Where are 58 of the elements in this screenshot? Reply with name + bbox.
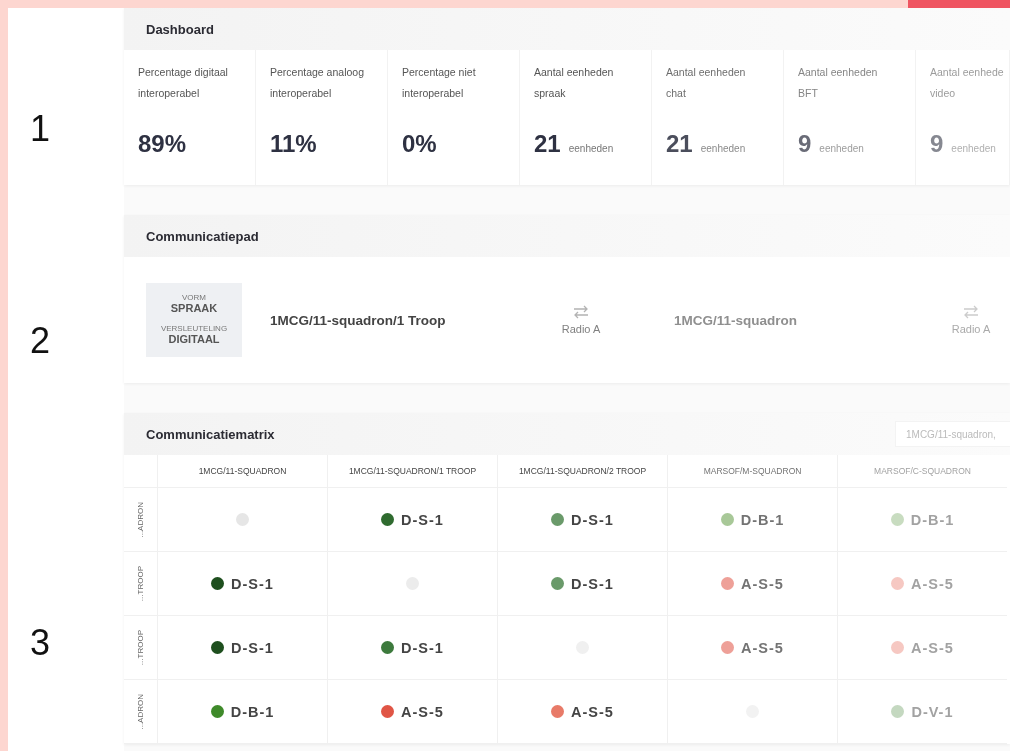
section-number: 3: [29, 622, 52, 664]
stat-label: Aantal eenhede video: [930, 65, 1005, 101]
link-name: Radio A: [951, 323, 991, 335]
stat-label: Percentage niet interoperabel: [402, 65, 477, 101]
panel-title: Dashboard: [146, 21, 214, 37]
panel-title: Communicatiematrix: [146, 426, 275, 442]
tag-value: DIGITAAL: [168, 333, 220, 345]
row-label: ...TROOP: [136, 629, 145, 666]
link-code: D-B-1: [230, 703, 275, 720]
stat-label: Percentage digitaal interoperabel: [138, 65, 229, 101]
stat-unit: eenheden: [568, 143, 614, 154]
row-label: ...ADRON: [136, 693, 145, 730]
column-header: MARSOF/C-SQUADRON: [837, 455, 1007, 488]
column-header: 1MCG/11-SQUADRON: [157, 455, 327, 488]
tag-label: VERSLEUTELING: [160, 324, 228, 333]
filter-field[interactable]: 1MCG/11-squadron,: [895, 421, 1010, 447]
stat-value: 0%: [402, 130, 437, 158]
link-code: A-S-5: [401, 703, 444, 720]
link-code: A-S-5: [741, 575, 784, 592]
row-label: ...TROOP: [136, 565, 145, 602]
link-code: D-V-1: [911, 703, 954, 720]
column-header: 1MCG/11-SQUADRON/1 TROOP: [327, 455, 497, 488]
link-code: A-S-5: [911, 639, 954, 656]
unit-name: 1MCG/11-squadron/1 Troop: [269, 312, 447, 328]
link-code: D-B-1: [740, 511, 785, 528]
stat-value: 9: [798, 130, 812, 158]
stat-value: 89%: [138, 130, 187, 158]
stat-value: 11%: [270, 130, 317, 158]
stat-label: Percentage analoog interoperabel: [270, 65, 365, 101]
link-code: D-B-1: [910, 511, 955, 528]
link-code: D-S-1: [231, 639, 274, 656]
column-header: 1MCG/11-SQUADRON/2 TROOP: [497, 455, 667, 488]
link-code: A-S-5: [911, 575, 954, 592]
link-code: A-S-5: [571, 703, 614, 720]
row-label: ...ADRON: [136, 501, 145, 538]
link-code: D-S-1: [571, 511, 614, 528]
link-code: D-S-1: [571, 575, 614, 592]
tag-value: SPRAAK: [170, 302, 218, 314]
stat-unit: eenheden: [951, 143, 996, 154]
stat-value: 21: [534, 130, 561, 158]
column-header: MARSOF/M-SQUADRON: [667, 455, 837, 488]
link-code: D-S-1: [231, 575, 274, 592]
link-code: A-S-5: [741, 639, 784, 656]
stat-label: Aantal eenheden spraak: [534, 65, 615, 101]
unit-name: 1MCG/11-squadron: [673, 312, 799, 328]
stat-label: Aantal eenheden chat: [666, 65, 747, 101]
link-name: Radio A: [561, 323, 601, 335]
stat-value: 9: [930, 130, 944, 158]
panel-title: Communicatiepad: [146, 228, 259, 244]
tag-label: VORM: [182, 293, 206, 302]
stat-label: Aantal eenheden BFT: [798, 65, 879, 101]
section-number: 2: [29, 320, 52, 362]
section-number: 1: [29, 108, 52, 150]
link-code: D-S-1: [401, 511, 444, 528]
stat-unit: eenheden: [819, 143, 864, 154]
stat-unit: eenheden: [700, 143, 746, 154]
stat-value: 21: [666, 130, 693, 158]
link-code: D-S-1: [401, 639, 444, 656]
